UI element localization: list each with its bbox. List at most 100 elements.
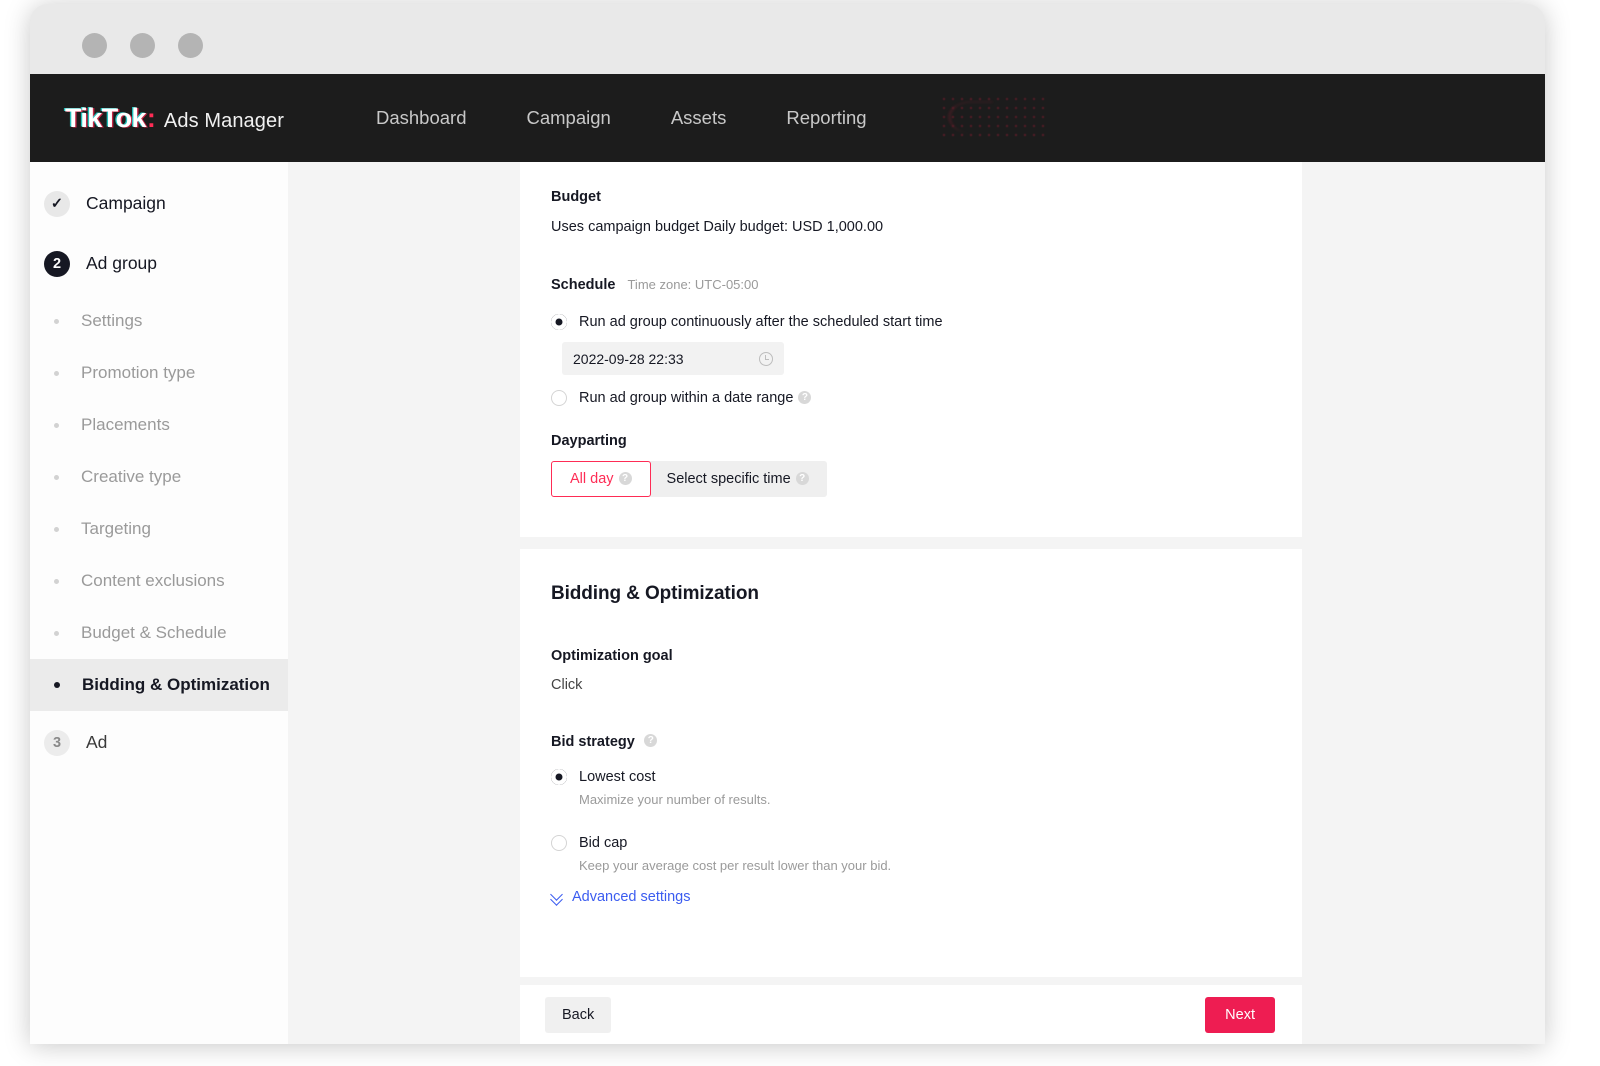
sidebar-item-creative-type-label: Creative type: [81, 467, 182, 486]
start-datetime-value: 2022-09-28 22:33: [573, 350, 684, 367]
budget-section: Budget Uses campaign budget Daily budget…: [551, 189, 883, 235]
help-icon-date-range[interactable]: ?: [798, 390, 812, 404]
main-content: Budget Uses campaign budget Daily budget…: [288, 162, 1545, 1044]
window-close-dot[interactable]: [82, 33, 107, 58]
sidebar-step-campaign[interactable]: ✓ Campaign: [30, 176, 288, 231]
sidebar-step-ad-group[interactable]: 2 Ad group: [30, 236, 288, 291]
bullet-icon: [54, 370, 59, 376]
nav-item-campaign[interactable]: Campaign: [497, 97, 641, 139]
sidebar-item-bidding-optimization-label: Bidding & Optimization: [82, 675, 270, 694]
optimization-goal-section: Optimization goal Click: [551, 648, 673, 693]
dayparting-tab-all-day[interactable]: All day ?: [551, 461, 651, 497]
window-titlebar: [30, 4, 1545, 74]
window-maximize-dot[interactable]: [178, 33, 203, 58]
radio-lowest-cost-desc: Maximize your number of results.: [579, 792, 771, 807]
timezone-label: Time zone: UTC-05:00: [627, 277, 759, 292]
radio-run-continuously-label: Run ad group continuously after the sche…: [579, 314, 943, 330]
help-icon-specific-time[interactable]: ?: [795, 471, 809, 485]
help-icon-all-day[interactable]: ?: [618, 471, 632, 485]
sidebar-item-targeting[interactable]: Targeting: [30, 503, 288, 555]
bullet-icon: [54, 422, 59, 428]
radio-row-lowest-cost[interactable]: Lowest cost: [551, 769, 891, 785]
sidebar-step-ad-label: Ad: [86, 732, 108, 752]
bullet-icon: [54, 526, 59, 532]
radio-bid-cap[interactable]: [551, 835, 567, 851]
check-icon: ✓: [44, 190, 70, 217]
radio-bid-cap-desc: Keep your average cost per result lower …: [579, 858, 892, 873]
redacted-nav-region: [941, 97, 1044, 139]
sidebar-item-content-exclusions-label: Content exclusions: [81, 571, 225, 590]
sidebar-step-ad[interactable]: 3 Ad: [30, 715, 288, 770]
radio-lowest-cost-label: Lowest cost: [579, 769, 656, 785]
help-icon-bid-strategy[interactable]: ?: [644, 734, 658, 748]
dayparting-tab-specific-time[interactable]: Select specific time ?: [648, 461, 827, 497]
radio-row-date-range[interactable]: Run ad group within a date range ?: [551, 390, 943, 406]
bullet-icon: [54, 682, 60, 688]
sidebar-item-settings-label: Settings: [81, 311, 143, 330]
bid-strategy-section: Bid strategy ? Lowest cost Maximize your…: [551, 733, 891, 873]
optimization-goal-label: Optimization goal: [551, 648, 673, 664]
nav-links: Dashboard Campaign Assets Reporting: [346, 97, 1044, 139]
sidebar-step-campaign-label: Campaign: [86, 193, 166, 213]
sidebar-item-budget-schedule-label: Budget & Schedule: [81, 623, 227, 642]
optimization-goal-value: Click: [551, 677, 583, 693]
step-number-2-icon: 2: [44, 250, 70, 277]
dayparting-label: Dayparting: [551, 433, 627, 449]
radio-run-continuously[interactable]: [551, 314, 567, 330]
browser-window: TikTok : Ads Manager Dashboard Campaign …: [30, 4, 1545, 1044]
dayparting-tab-all-day-label: All day: [570, 471, 614, 487]
bullet-icon: [54, 630, 59, 636]
radio-bid-cap-label: Bid cap: [579, 835, 628, 851]
logo-ads-manager-text: Ads Manager: [163, 109, 284, 132]
budget-label: Budget: [551, 189, 601, 205]
radio-row-run-continuously[interactable]: Run ad group continuously after the sche…: [551, 314, 943, 330]
wizard-sidebar: ✓ Campaign 2 Ad group Settings Promotion…: [30, 162, 288, 1044]
sidebar-item-bidding-optimization[interactable]: Bidding & Optimization: [30, 659, 288, 711]
bidding-section-title: Bidding & Optimization: [551, 583, 759, 604]
schedule-section: Schedule Time zone: UTC-05:00 Run ad gro…: [551, 277, 943, 406]
start-datetime-input[interactable]: 2022-09-28 22:33: [562, 342, 784, 375]
dayparting-section: Dayparting All day ? Select specific tim…: [551, 433, 827, 497]
budget-schedule-card: Budget Uses campaign budget Daily budget…: [520, 162, 1302, 537]
schedule-label: Schedule: [551, 277, 616, 293]
page-body: ✓ Campaign 2 Ad group Settings Promotion…: [30, 162, 1545, 1044]
advanced-settings-label: Advanced settings: [572, 889, 691, 905]
budget-value: Uses campaign budget Daily budget: USD 1…: [551, 219, 884, 235]
sidebar-item-settings[interactable]: Settings: [30, 295, 288, 347]
logo-colon: :: [146, 102, 156, 133]
dayparting-tab-group: All day ? Select specific time ?: [551, 461, 827, 497]
nav-item-reporting[interactable]: Reporting: [756, 97, 896, 139]
bullet-icon: [54, 474, 59, 480]
window-minimize-dot[interactable]: [130, 33, 155, 58]
bullet-icon: [54, 578, 59, 584]
wizard-footer: Back Next: [520, 985, 1302, 1044]
radio-date-range-label: Run ad group within a date range: [579, 390, 794, 406]
dayparting-tab-specific-time-label: Select specific time: [666, 471, 791, 487]
bidding-optimization-card: Bidding & Optimization Optimization goal…: [520, 549, 1302, 977]
sidebar-item-placements[interactable]: Placements: [30, 399, 288, 451]
clock-icon[interactable]: [759, 351, 773, 366]
sidebar-item-placements-label: Placements: [81, 415, 170, 434]
nav-item-dashboard[interactable]: Dashboard: [346, 97, 497, 139]
radio-lowest-cost[interactable]: [551, 769, 567, 785]
double-chevron-down-icon: [551, 891, 564, 904]
sidebar-item-promotion-type-label: Promotion type: [81, 363, 196, 382]
logo-tiktok-text: TikTok: [65, 102, 147, 133]
nav-item-assets[interactable]: Assets: [641, 97, 757, 139]
sidebar-subitems: Settings Promotion type Placements Creat…: [30, 295, 288, 711]
sidebar-step-ad-group-label: Ad group: [86, 253, 158, 273]
sidebar-item-targeting-label: Targeting: [81, 519, 151, 538]
step-number-3-icon: 3: [44, 729, 70, 756]
radio-row-bid-cap[interactable]: Bid cap: [551, 835, 891, 851]
sidebar-item-creative-type[interactable]: Creative type: [30, 451, 288, 503]
sidebar-item-content-exclusions[interactable]: Content exclusions: [30, 555, 288, 607]
radio-date-range[interactable]: [551, 390, 567, 406]
bid-strategy-label: Bid strategy: [551, 734, 635, 750]
advanced-settings-link[interactable]: Advanced settings: [551, 889, 691, 905]
sidebar-item-promotion-type[interactable]: Promotion type: [30, 347, 288, 399]
next-button[interactable]: Next: [1205, 997, 1275, 1033]
top-navigation-bar: TikTok : Ads Manager Dashboard Campaign …: [30, 74, 1545, 162]
back-button[interactable]: Back: [545, 997, 612, 1033]
sidebar-item-budget-schedule[interactable]: Budget & Schedule: [30, 607, 288, 659]
tiktok-ads-manager-logo[interactable]: TikTok : Ads Manager: [65, 103, 284, 134]
